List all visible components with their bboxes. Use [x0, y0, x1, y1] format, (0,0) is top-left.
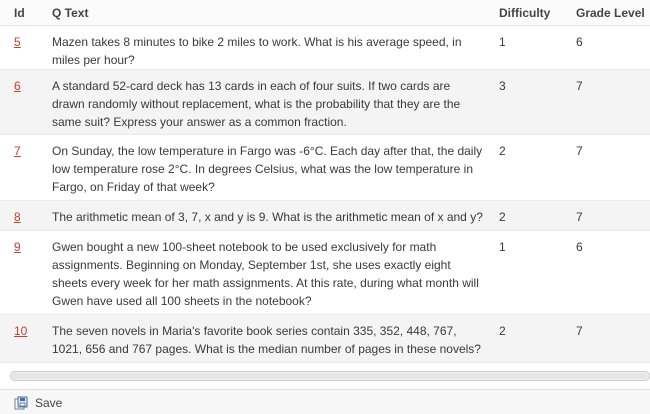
row-grade-level: 6 — [576, 35, 583, 49]
row-grade-level: 7 — [576, 210, 583, 224]
row-id-link[interactable]: 6 — [14, 77, 21, 95]
row-difficulty: 1 — [499, 240, 506, 254]
row-grade-level: 7 — [576, 324, 583, 338]
row-difficulty: 3 — [499, 79, 506, 93]
row-id-link[interactable]: 8 — [14, 208, 21, 226]
table-row[interactable]: 9 Gwen bought a new 100-sheet notebook t… — [0, 231, 650, 315]
table-row[interactable]: 6 A standard 52-card deck has 13 cards i… — [0, 70, 650, 135]
save-icon — [14, 396, 28, 410]
grid-header: Id Q Text Difficulty Grade Level — [0, 0, 650, 26]
row-q-text: On Sunday, the low temperature in Fargo … — [52, 144, 483, 194]
row-q-text: The seven novels in Maria's favorite boo… — [52, 324, 481, 356]
save-button-label: Save — [35, 396, 63, 410]
row-q-text: Mazen takes 8 minutes to bike 2 miles to… — [52, 35, 462, 67]
row-id-link[interactable]: 10 — [14, 322, 27, 340]
questions-grid: Id Q Text Difficulty Grade Level 5 Mazen… — [0, 0, 650, 363]
row-q-text: The arithmetic mean of 3, 7, x and y is … — [52, 210, 483, 224]
row-difficulty: 2 — [499, 210, 506, 224]
row-difficulty: 2 — [499, 144, 506, 158]
column-header-id[interactable]: Id — [14, 6, 25, 20]
row-q-text: Gwen bought a new 100-sheet notebook to … — [52, 240, 479, 308]
column-header-grade-level[interactable]: Grade Level — [576, 6, 645, 20]
row-grade-level: 6 — [576, 240, 583, 254]
row-difficulty: 2 — [499, 324, 506, 338]
row-difficulty: 1 — [499, 35, 506, 49]
column-header-q-text[interactable]: Q Text — [52, 6, 88, 20]
row-id-link[interactable]: 9 — [14, 238, 21, 256]
scrollbar-thumb[interactable] — [12, 373, 648, 379]
row-id-link[interactable]: 5 — [14, 33, 21, 51]
table-row[interactable]: 7 On Sunday, the low temperature in Farg… — [0, 135, 650, 201]
footer-toolbar: Save — [0, 389, 650, 414]
save-button[interactable]: Save — [14, 394, 62, 412]
column-header-difficulty[interactable]: Difficulty — [499, 6, 550, 20]
row-q-text: A standard 52-card deck has 13 cards in … — [52, 79, 461, 129]
table-row[interactable]: 8 The arithmetic mean of 3, 7, x and y i… — [0, 201, 650, 231]
row-id-link[interactable]: 7 — [14, 142, 21, 160]
table-row[interactable]: 10 The seven novels in Maria's favorite … — [0, 315, 650, 363]
row-grade-level: 7 — [576, 144, 583, 158]
row-grade-level: 7 — [576, 79, 583, 93]
table-row[interactable]: 5 Mazen takes 8 minutes to bike 2 miles … — [0, 26, 650, 70]
horizontal-scrollbar[interactable] — [10, 371, 650, 381]
